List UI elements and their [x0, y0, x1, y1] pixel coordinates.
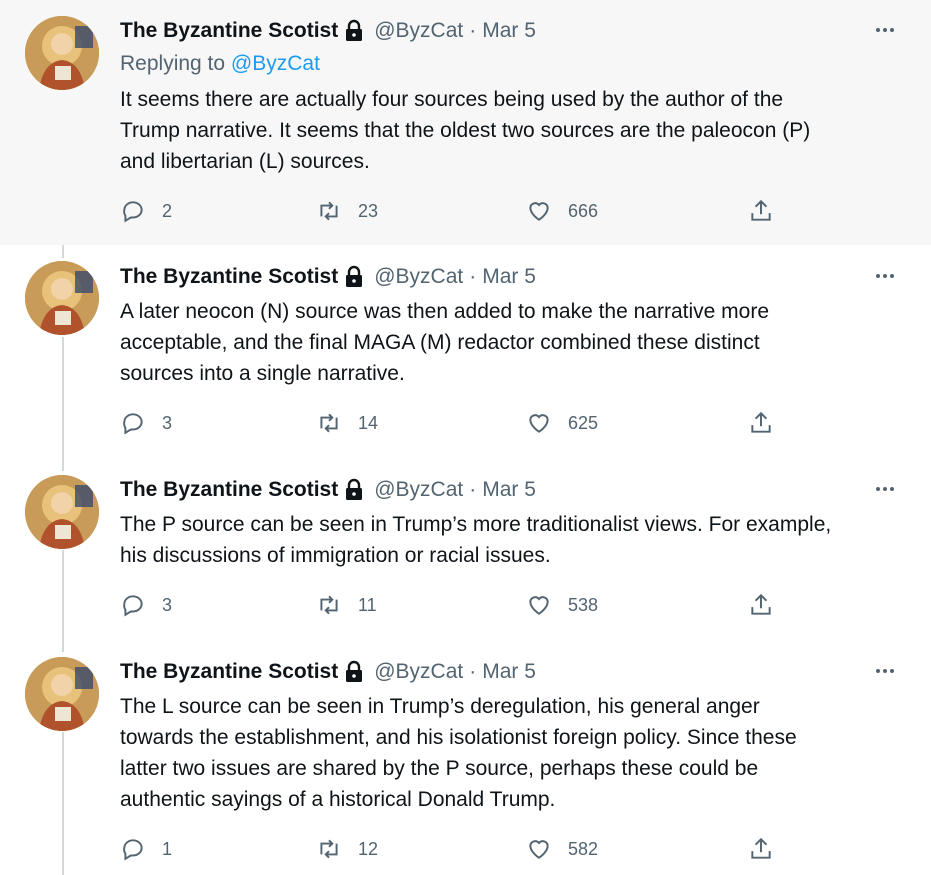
tweet[interactable]: The Byzantine Scotist @ByzCat · Mar 5 Re…: [0, 0, 931, 245]
retweet-icon: [320, 839, 338, 859]
replying-to-link[interactable]: @ByzCat: [231, 52, 320, 75]
tweet-actions: 3 14 625: [120, 408, 800, 438]
more-options-icon[interactable]: [871, 477, 899, 501]
retweet-count: 23: [358, 200, 379, 221]
like-count: 625: [568, 412, 599, 433]
retweet-button[interactable]: 12: [316, 834, 378, 864]
tweet-date[interactable]: Mar 5: [482, 478, 536, 502]
share-icon: [751, 837, 771, 859]
like-count: 538: [568, 594, 599, 615]
reply-icon: [123, 201, 143, 223]
retweet-count: 14: [358, 412, 379, 433]
monk-avatar-icon[interactable]: [25, 261, 99, 335]
heart-icon: [529, 414, 549, 433]
reply-icon: [123, 839, 143, 861]
like-button[interactable]: 538: [526, 590, 598, 620]
more-options-icon[interactable]: [871, 264, 899, 288]
retweet-icon: [320, 201, 338, 221]
tweet-date[interactable]: Mar 5: [482, 660, 536, 684]
author-name[interactable]: The Byzantine Scotist: [120, 19, 338, 43]
share-icon: [751, 593, 771, 615]
tweet-text: The P source can be seen in Trump’s more…: [120, 513, 832, 567]
more-options-icon[interactable]: [871, 659, 899, 683]
author-handle[interactable]: @ByzCat: [374, 19, 463, 43]
lock-icon: [342, 478, 366, 502]
lock-icon: [342, 19, 366, 43]
like-button[interactable]: 625: [526, 408, 598, 438]
share-button[interactable]: [748, 196, 774, 226]
tweet[interactable]: The Byzantine Scotist @ByzCat · Mar 5 A …: [0, 245, 931, 458]
reply-button[interactable]: 1: [120, 834, 172, 864]
monk-avatar-icon[interactable]: [25, 475, 99, 549]
lock-icon: [342, 265, 366, 289]
tweet[interactable]: The Byzantine Scotist @ByzCat · Mar 5 Th…: [0, 640, 931, 875]
author-name[interactable]: The Byzantine Scotist: [120, 660, 338, 684]
reply-icon: [123, 595, 143, 617]
reply-count: 1: [162, 838, 173, 859]
share-button[interactable]: [748, 834, 774, 864]
reply-count: 3: [162, 594, 173, 615]
separator-dot: ·: [469, 478, 477, 501]
retweet-button[interactable]: 11: [316, 590, 377, 620]
share-button[interactable]: [748, 408, 774, 438]
heart-icon: [529, 840, 549, 859]
tweet-text: A later neocon (N) source was then added…: [120, 300, 770, 385]
separator-dot: ·: [469, 660, 477, 683]
heart-icon: [529, 596, 549, 615]
reply-count: 3: [162, 412, 173, 433]
monk-avatar-icon[interactable]: [25, 657, 99, 731]
tweet-date[interactable]: Mar 5: [482, 265, 536, 289]
share-icon: [751, 199, 771, 221]
reply-button[interactable]: 3: [120, 590, 172, 620]
author-handle[interactable]: @ByzCat: [374, 478, 463, 502]
retweet-icon: [320, 595, 338, 615]
author-name[interactable]: The Byzantine Scotist: [120, 478, 338, 502]
share-button[interactable]: [748, 590, 774, 620]
replying-to-line: Replying to @ByzCat: [120, 52, 320, 76]
like-count: 666: [568, 200, 599, 221]
like-button[interactable]: 582: [526, 834, 598, 864]
retweet-icon: [320, 413, 338, 433]
retweet-count: 12: [358, 838, 379, 859]
lock-icon: [342, 660, 366, 684]
more-options-icon[interactable]: [871, 18, 899, 42]
author-name[interactable]: The Byzantine Scotist: [120, 265, 338, 289]
like-count: 582: [568, 838, 599, 859]
tweet[interactable]: The Byzantine Scotist @ByzCat · Mar 5 Th…: [0, 458, 931, 640]
separator-dot: ·: [469, 19, 477, 42]
retweet-count: 11: [358, 594, 377, 615]
tweet-actions: 3 11 538: [120, 590, 800, 620]
retweet-button[interactable]: 23: [316, 196, 378, 226]
reply-button[interactable]: 3: [120, 408, 172, 438]
replying-prefix: Replying to: [120, 52, 226, 75]
tweet-actions: 1 12 582: [120, 834, 800, 864]
monk-avatar-icon[interactable]: [25, 16, 99, 90]
author-handle[interactable]: @ByzCat: [374, 660, 463, 684]
tweet-date[interactable]: Mar 5: [482, 19, 536, 43]
reply-icon: [123, 413, 143, 435]
like-button[interactable]: 666: [526, 196, 598, 226]
separator-dot: ·: [469, 265, 477, 288]
tweet-text: It seems there are actually four sources…: [120, 88, 811, 173]
retweet-button[interactable]: 14: [316, 408, 378, 438]
tweet-text: The L source can be seen in Trump’s dere…: [120, 695, 797, 811]
reply-count: 2: [162, 200, 173, 221]
heart-icon: [529, 202, 549, 221]
share-icon: [751, 411, 771, 433]
reply-button[interactable]: 2: [120, 196, 172, 226]
tweet-actions: 2 23 666: [120, 196, 800, 226]
author-handle[interactable]: @ByzCat: [374, 265, 463, 289]
